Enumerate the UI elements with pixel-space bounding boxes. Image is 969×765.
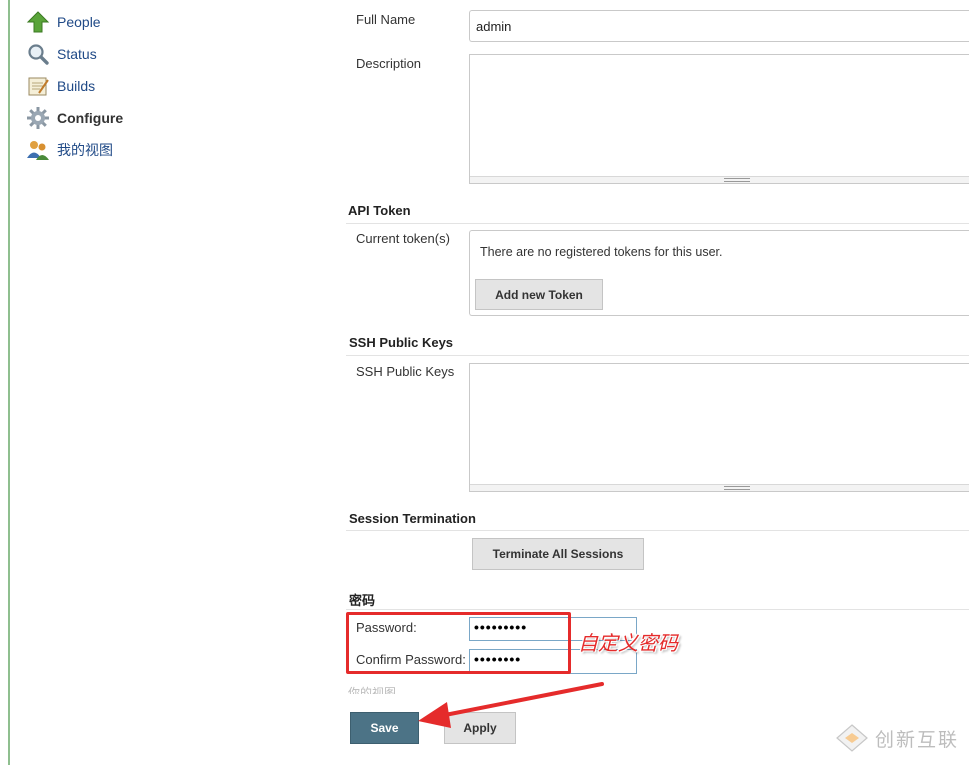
resize-grip[interactable] xyxy=(470,176,969,183)
full-name-label: Full Name xyxy=(356,12,416,27)
description-label: Description xyxy=(356,56,422,71)
sidebar: People Status Builds Configure 我的视图 xyxy=(26,6,326,166)
sidebar-item-label: Status xyxy=(57,46,97,62)
sidebar-item-label: Builds xyxy=(57,78,96,94)
watermark: 创新互联 xyxy=(835,723,959,753)
save-button[interactable]: Save xyxy=(350,712,419,744)
add-new-token-button[interactable]: Add new Token xyxy=(475,279,603,310)
apply-button[interactable]: Apply xyxy=(444,712,516,744)
resize-grip[interactable] xyxy=(470,484,969,491)
sidebar-item-label: Configure xyxy=(57,110,124,126)
search-icon xyxy=(26,42,50,66)
section-divider xyxy=(346,530,969,531)
sidebar-item-configure[interactable]: Configure xyxy=(26,102,326,134)
cut-off-text: 你的视图 xyxy=(348,686,397,694)
section-divider xyxy=(346,223,969,224)
sidebar-item-status[interactable]: Status xyxy=(26,38,326,70)
watermark-text: 创新互联 xyxy=(874,729,959,751)
full-name-input[interactable] xyxy=(470,11,969,41)
brand-logo-icon xyxy=(836,724,868,752)
full-name-field[interactable] xyxy=(469,10,969,42)
sidebar-item-label: 我的视图 xyxy=(57,142,113,158)
terminate-all-sessions-button[interactable]: Terminate All Sessions xyxy=(472,538,644,570)
sidebar-item-people[interactable]: People xyxy=(26,6,326,38)
current-tokens-label: Current token(s) xyxy=(356,231,450,246)
ssh-keys-textarea[interactable] xyxy=(469,363,969,492)
up-arrow-icon xyxy=(26,10,50,34)
ssh-keys-label: SSH Public Keys xyxy=(356,364,455,379)
no-tokens-text: There are no registered tokens for this … xyxy=(480,245,723,259)
left-divider xyxy=(8,0,10,765)
users-icon xyxy=(26,138,50,162)
notepad-icon xyxy=(26,74,50,98)
section-divider xyxy=(346,609,969,610)
sidebar-item-my-views[interactable]: 我的视图 xyxy=(26,134,326,166)
gear-icon xyxy=(26,106,50,130)
description-textarea[interactable] xyxy=(469,54,969,184)
sidebar-item-builds[interactable]: Builds xyxy=(26,70,326,102)
ssh-keys-heading: SSH Public Keys xyxy=(349,335,454,350)
sidebar-item-label: People xyxy=(57,14,101,30)
session-termination-heading: Session Termination xyxy=(349,511,476,526)
section-divider xyxy=(346,355,969,356)
api-token-heading: API Token xyxy=(348,203,411,218)
password-heading: 密码 xyxy=(349,593,376,608)
annotation-note: 自定义密码 xyxy=(578,631,678,655)
highlight-box xyxy=(346,612,571,674)
